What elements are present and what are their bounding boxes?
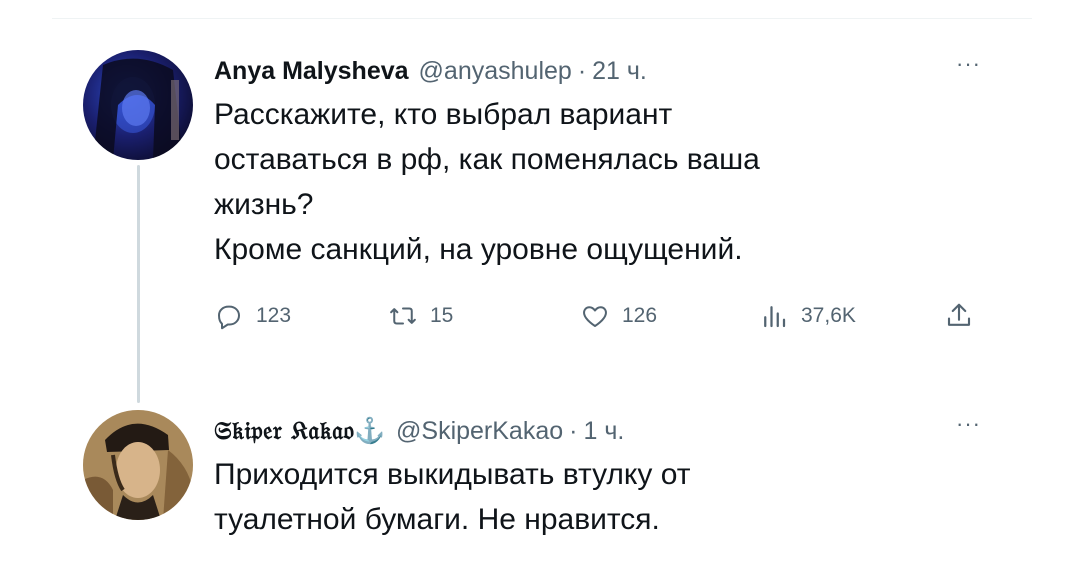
timestamp[interactable]: 1 ч. — [583, 414, 624, 448]
tweet-header: 𝔖𝔨𝔦𝔭𝔢𝔯 𝔎𝔞𝔨𝔞𝔬⚓ @SkiperKakao · 1 ч. — [214, 414, 994, 448]
more-icon[interactable]: ··· — [956, 413, 981, 435]
retweet-button[interactable]: 15 — [388, 301, 453, 331]
reply-icon — [218, 305, 240, 330]
views-count: 37,6K — [801, 304, 856, 327]
author-handle[interactable]: @anyashulep — [419, 54, 572, 88]
views-button[interactable]: 37,6K — [759, 301, 856, 331]
tweet-actions: 123 15 126 37,6K — [214, 301, 1014, 341]
timestamp[interactable]: 21 ч. — [592, 54, 647, 88]
tweet-header: Anya Malysheva @anyashulep · 21 ч. — [214, 54, 994, 88]
more-icon[interactable]: ··· — [956, 53, 981, 75]
like-button[interactable]: 126 — [580, 301, 657, 331]
tweet-text: Приходится выкидывать втулку от туалетно… — [214, 458, 691, 536]
like-count: 126 — [622, 304, 658, 327]
author-name[interactable]: 𝔖𝔨𝔦𝔭𝔢𝔯 𝔎𝔞𝔨𝔞𝔬⚓ — [214, 414, 386, 448]
separator-dot: · — [569, 417, 578, 445]
views-icon — [764, 306, 786, 328]
author-name[interactable]: Anya Malysheva — [214, 54, 409, 88]
share-icon — [947, 303, 971, 326]
reply-button[interactable]: 123 — [214, 301, 291, 331]
top-divider — [52, 18, 1032, 19]
thread-line — [137, 165, 140, 403]
tweet-text: Расскажите, кто выбрал вариант оставатьс… — [214, 98, 760, 266]
retweet-icon — [390, 307, 416, 325]
tweet-content: 𝔖𝔨𝔦𝔭𝔢𝔯 𝔎𝔞𝔨𝔞𝔬⚓ @SkiperKakao · 1 ч. ··· Пр… — [214, 413, 994, 542]
separator-dot: · — [577, 57, 587, 85]
reply-count: 123 — [256, 304, 292, 327]
author-handle[interactable]: @SkiperKakao — [396, 414, 563, 448]
avatar-skiper[interactable] — [83, 410, 193, 520]
retweet-count: 15 — [430, 304, 454, 327]
like-icon — [583, 306, 607, 327]
avatar-anya[interactable] — [83, 50, 193, 160]
tweet-content: Anya Malysheva @anyashulep · 21 ч. ··· Р… — [214, 53, 994, 330]
share-button[interactable] — [944, 301, 986, 331]
